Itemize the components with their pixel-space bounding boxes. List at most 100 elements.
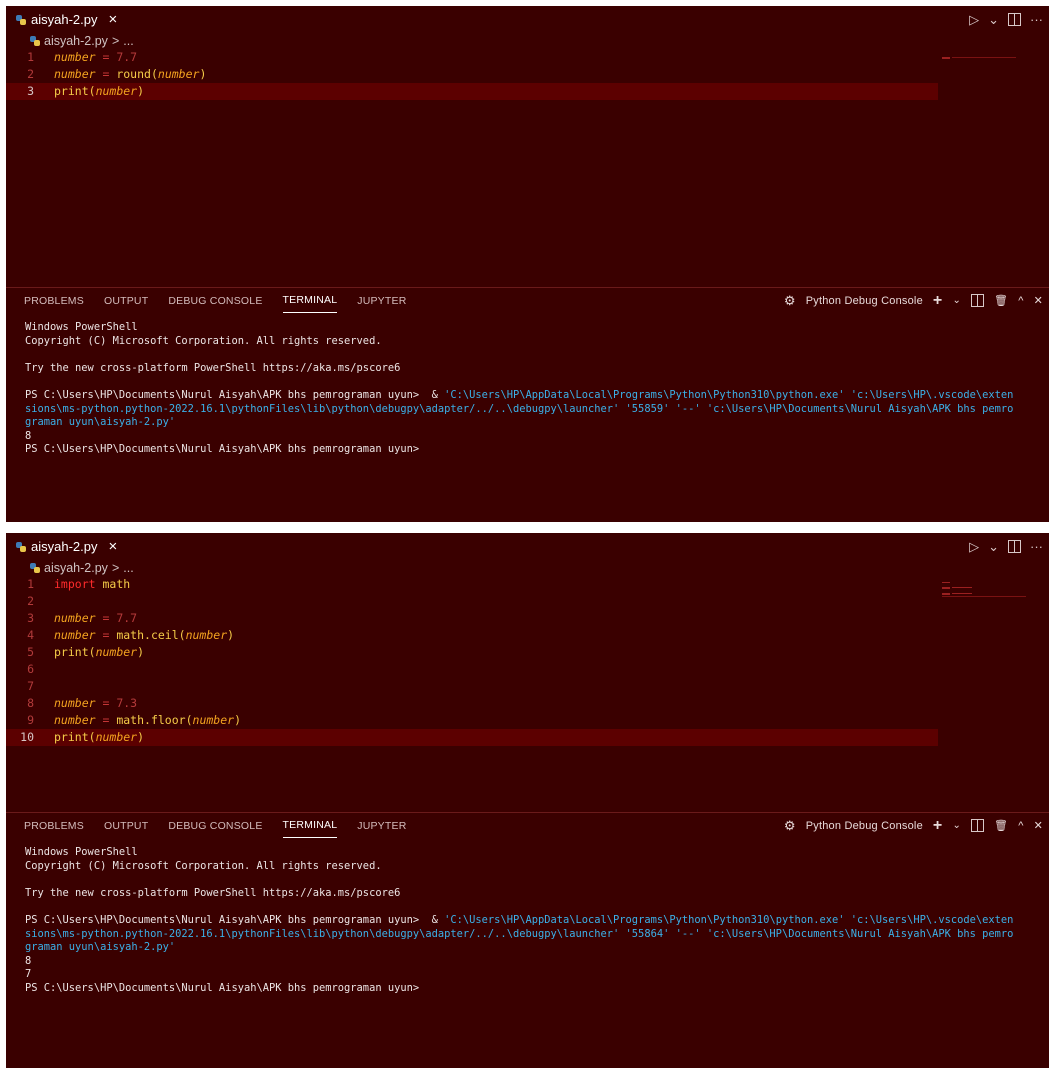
code-line[interactable]: 1 import math <box>6 576 1049 593</box>
debug-console-label[interactable]: Python Debug Console <box>806 820 923 832</box>
terminal-line: PS C:\Users\HP\Documents\Nurul Aisyah\AP… <box>25 389 1045 403</box>
code-token: number <box>54 696 96 710</box>
code-line[interactable]: 1 number = 7.7 <box>6 49 1049 66</box>
breadcrumb-rest[interactable]: ... <box>123 34 133 48</box>
current-code-line[interactable]: 10 print(number) <box>6 729 938 746</box>
code-line[interactable]: 2 <box>6 593 1049 610</box>
line-number: 7 <box>27 679 34 693</box>
code-token: number <box>185 628 228 642</box>
vscode-window-2: aisyah-2.py × ▷ ⌄ ··· aisyah-2.py > ... … <box>6 533 1049 1068</box>
terminal-line: Try the new cross-platform PowerShell ht… <box>25 886 401 899</box>
code-token: math <box>102 577 131 591</box>
line-number: 10 <box>20 730 34 744</box>
code-line[interactable]: 8 number = 7.3 <box>6 695 1049 712</box>
code-line[interactable]: 5 print(number) <box>6 644 1049 661</box>
code-text: number = 7.3 <box>54 695 137 712</box>
tab-problems[interactable]: PROBLEMS <box>24 288 84 313</box>
minimap-line <box>952 587 972 588</box>
code-text: number = 7.7 <box>54 610 137 627</box>
code-line[interactable]: 9 number = math.floor(number) <box>6 712 1049 729</box>
line-number: 1 <box>27 50 34 64</box>
tab-terminal[interactable]: TERMINAL <box>282 288 338 313</box>
terminal-line: PS C:\Users\HP\Documents\Nurul Aisyah\AP… <box>25 981 420 994</box>
debug-icon: ⚙ <box>783 817 796 833</box>
code-line[interactable]: 7 <box>6 678 1049 695</box>
run-icon[interactable]: ▷ <box>969 12 979 28</box>
code-token: = <box>95 713 117 727</box>
minimap-line <box>942 57 950 59</box>
line-number: 8 <box>27 696 34 710</box>
code-lines: 1 number = 7.7 2 number = round(number) 3 pri… <box>6 49 1049 100</box>
code-token: number <box>54 50 96 64</box>
code-token: math.floor <box>116 713 186 727</box>
terminal-command-string: sions\ms-python.python-2022.16.1\pythonF… <box>25 402 1014 415</box>
tab-output[interactable]: OUTPUT <box>104 288 148 313</box>
editor-tab[interactable]: aisyah-2.py × <box>6 533 127 560</box>
debug-console-label[interactable]: Python Debug Console <box>806 295 923 307</box>
code-line[interactable]: 2 number = round(number) <box>6 66 1049 83</box>
code-token: ( <box>178 628 186 642</box>
tab-debug-console[interactable]: DEBUG CONSOLE <box>168 288 262 313</box>
current-code-line[interactable]: 3 print(number) <box>6 83 938 100</box>
terminal-output[interactable]: Windows PowerShell Copyright (C) Microsof… <box>6 313 1049 457</box>
code-token: = <box>95 611 117 625</box>
code-editor[interactable]: 1 number = 7.7 2 number = round(number) 3 pri… <box>6 49 1049 287</box>
split-terminal-icon[interactable] <box>971 819 985 832</box>
maximize-panel-icon[interactable]: ^ <box>1018 820 1023 832</box>
terminal-command-string: graman uyun\aisyah-2.py' <box>25 941 176 954</box>
python-file-icon <box>16 14 26 25</box>
terminal-dropdown-chevron-icon[interactable]: ⌄ <box>952 295 961 306</box>
tab-jupyter[interactable]: JUPYTER <box>357 288 406 313</box>
close-tab-icon[interactable]: × <box>108 11 117 28</box>
new-terminal-icon[interactable]: + <box>933 292 943 310</box>
maximize-panel-icon[interactable]: ^ <box>1018 295 1023 307</box>
tab-output[interactable]: OUTPUT <box>104 813 148 838</box>
terminal-line: PS C:\Users\HP\Documents\Nurul Aisyah\AP… <box>25 914 1045 928</box>
code-text: number = math.floor(number) <box>54 712 241 729</box>
run-dropdown-chevron-icon[interactable]: ⌄ <box>988 12 999 28</box>
new-terminal-icon[interactable]: + <box>933 817 943 835</box>
terminal-line: Windows PowerShell <box>25 321 138 333</box>
code-editor[interactable]: 1 import math 2 3 number = 7.7 4 number = math… <box>6 576 1049 812</box>
line-number: 6 <box>27 662 34 676</box>
code-token: ) <box>199 67 207 81</box>
code-line[interactable]: 3 number = 7.7 <box>6 610 1049 627</box>
code-token: 7.7 <box>116 611 138 625</box>
trash-icon[interactable]: 🗑 <box>994 294 1008 307</box>
tab-jupyter[interactable]: JUPYTER <box>357 813 406 838</box>
split-editor-icon[interactable] <box>1008 540 1021 553</box>
code-line[interactable]: 4 number = math.ceil(number) <box>6 627 1049 644</box>
tab-problems[interactable]: PROBLEMS <box>24 813 84 838</box>
run-icon[interactable]: ▷ <box>969 539 979 555</box>
terminal-output[interactable]: Windows PowerShell Copyright (C) Microsof… <box>6 838 1049 996</box>
code-text: print(number) <box>54 83 144 100</box>
tab-terminal[interactable]: TERMINAL <box>282 813 338 838</box>
split-terminal-icon[interactable] <box>971 294 985 307</box>
minimap-line <box>952 57 1016 58</box>
split-editor-icon[interactable] <box>1008 13 1021 26</box>
trash-icon[interactable]: 🗑 <box>994 819 1008 832</box>
breadcrumb-file[interactable]: aisyah-2.py <box>44 34 108 48</box>
terminal-command-string: 'C:\Users\HP\AppData\Local\Programs\Pyth… <box>444 388 1014 401</box>
more-actions-icon[interactable]: ··· <box>1030 539 1043 554</box>
terminal-line: Windows PowerShell <box>25 846 138 858</box>
terminal-command-string: 'C:\Users\HP\AppData\Local\Programs\Pyth… <box>444 913 1014 926</box>
close-tab-icon[interactable]: × <box>108 538 117 555</box>
close-panel-icon[interactable]: ✕ <box>1034 294 1043 307</box>
terminal-dropdown-chevron-icon[interactable]: ⌄ <box>952 820 961 831</box>
code-text: number = round(number) <box>54 66 206 83</box>
debug-icon: ⚙ <box>783 292 796 308</box>
breadcrumb-rest[interactable]: ... <box>123 561 133 575</box>
code-token: number <box>54 628 96 642</box>
tab-debug-console[interactable]: DEBUG CONSOLE <box>168 813 262 838</box>
run-dropdown-chevron-icon[interactable]: ⌄ <box>988 539 999 555</box>
code-token: = <box>95 696 117 710</box>
code-token: number <box>95 84 138 98</box>
breadcrumb-file[interactable]: aisyah-2.py <box>44 561 108 575</box>
code-token: round <box>116 67 151 81</box>
code-line[interactable]: 6 <box>6 661 1049 678</box>
editor-tab[interactable]: aisyah-2.py × <box>6 6 127 33</box>
close-panel-icon[interactable]: ✕ <box>1034 819 1043 832</box>
more-actions-icon[interactable]: ··· <box>1030 12 1043 27</box>
code-token: ) <box>227 628 235 642</box>
